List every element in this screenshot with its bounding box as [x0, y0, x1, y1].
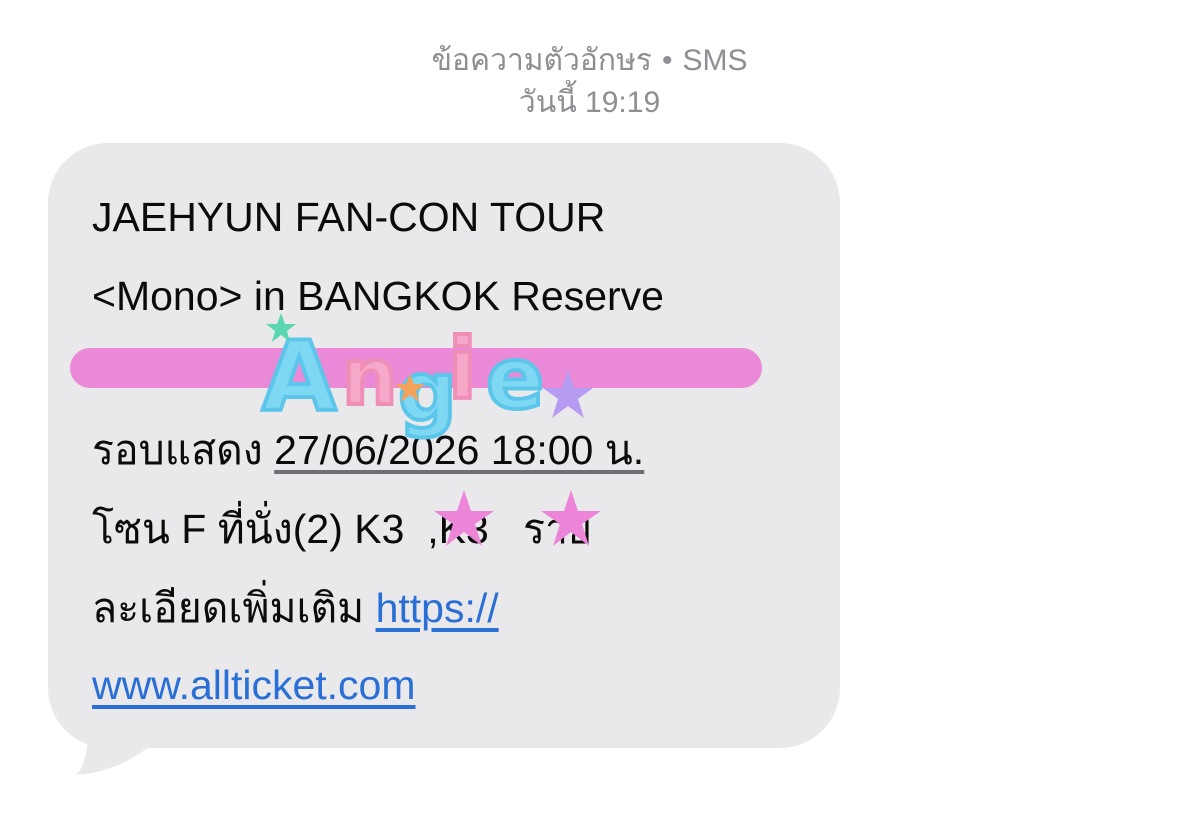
- seat-redacted-2: [489, 506, 512, 552]
- message-service-label: ข้อความตัวอักษร • SMS: [0, 40, 1179, 82]
- link-allticket[interactable]: www.allticket.com: [92, 662, 416, 708]
- message-line-seat: โซน F ที่นั่ง(2) K3 ,K3 ราย: [92, 505, 592, 553]
- message-line-2: <Mono> in BANGKOK Reserve: [92, 273, 664, 319]
- message-timestamp: วันนี้ 19:19: [518, 86, 661, 119]
- seat-suffix: ราย: [511, 506, 593, 552]
- link-https[interactable]: https://: [376, 585, 499, 631]
- conversation-header: ข้อความตัวอักษร • SMS วันนี้ 19:19: [0, 40, 1179, 124]
- message-line-url: www.allticket.com: [92, 661, 416, 709]
- seat-redacted-1: [404, 506, 427, 552]
- service-name: ข้อความตัวอักษร: [431, 44, 652, 77]
- service-type: SMS: [682, 44, 748, 77]
- details-label: ละเอียดเพิ่มเติม: [92, 585, 376, 631]
- message-line-details: ละเอียดเพิ่มเติม https://: [92, 584, 499, 632]
- seat-prefix: โซน F ที่นั่ง(2) K3: [92, 506, 405, 552]
- seat-mid: ,K3: [427, 506, 489, 552]
- showtime-label: รอบแสดง: [92, 427, 275, 473]
- message-line-showtime: รอบแสดง 27/06/2026 18:00 น.: [92, 426, 644, 474]
- message-line-1: JAEHYUN FAN-CON TOUR: [92, 194, 606, 240]
- showtime-date[interactable]: 27/06/2026 18:00 น.: [274, 427, 644, 473]
- separator: •: [661, 44, 673, 77]
